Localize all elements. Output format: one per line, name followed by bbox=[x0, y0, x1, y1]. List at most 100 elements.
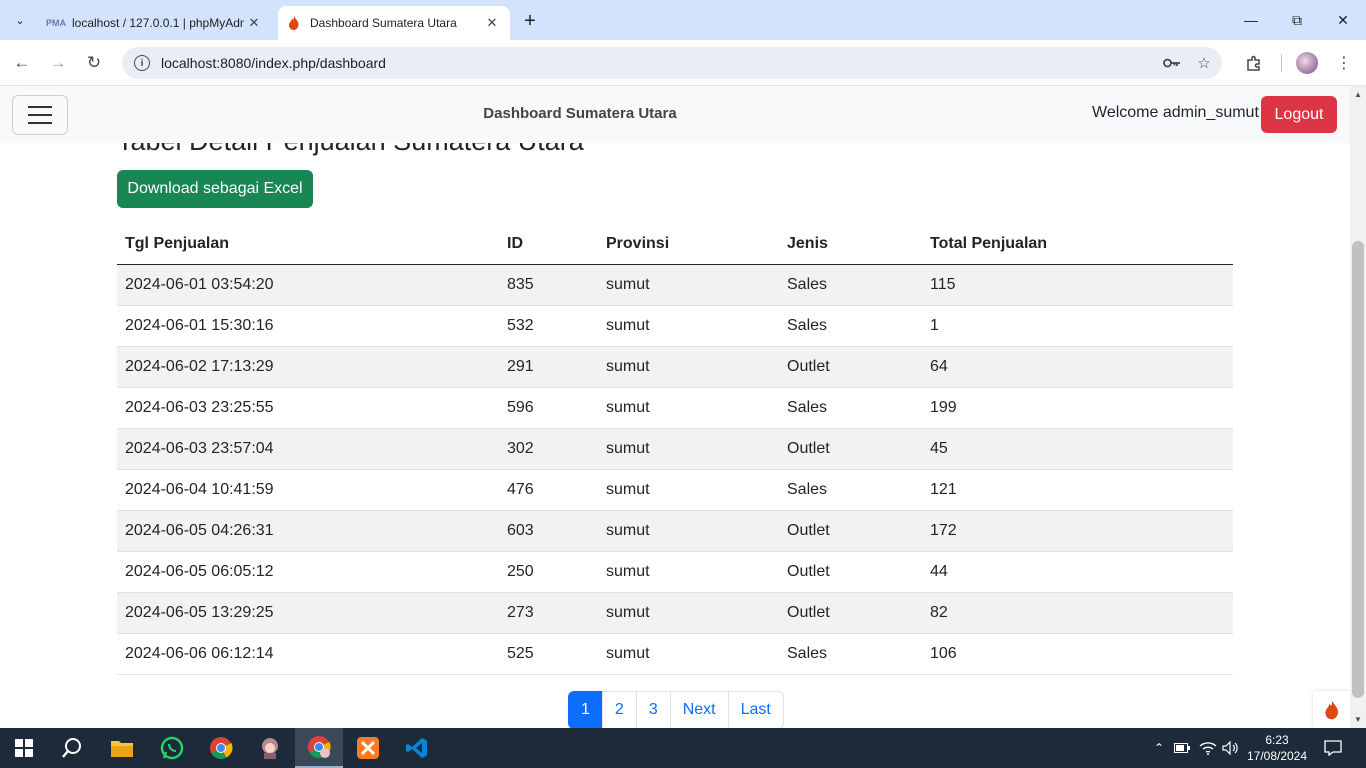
browser-tab-dashboard[interactable]: Dashboard Sumatera Utara ✕ bbox=[278, 6, 510, 40]
tab-title: Dashboard Sumatera Utara bbox=[310, 16, 457, 30]
cell-id: 476 bbox=[499, 469, 598, 511]
address-bar[interactable]: i localhost:8080/index.php/dashboard ☆ bbox=[122, 47, 1222, 79]
cell-provinsi: sumut bbox=[598, 510, 779, 552]
navbar-brand[interactable]: Dashboard Sumatera Utara bbox=[380, 105, 780, 122]
wifi-icon[interactable] bbox=[1197, 728, 1219, 768]
reload-icon[interactable]: ↻ bbox=[80, 49, 108, 77]
browser-tab-phpmyadmin[interactable]: PMA localhost / 127.0.0.1 | phpMyAdmin ✕ bbox=[40, 6, 272, 40]
whatsapp-icon[interactable] bbox=[148, 728, 196, 768]
cell-total: 64 bbox=[922, 346, 1233, 388]
page-3-link[interactable]: 3 bbox=[635, 691, 671, 728]
hamburger-menu-icon[interactable] bbox=[12, 95, 68, 135]
chrome-profile-icon[interactable] bbox=[295, 728, 343, 768]
cell-total: 121 bbox=[922, 469, 1233, 511]
cell-provinsi: sumut bbox=[598, 387, 779, 429]
xampp-icon[interactable] bbox=[344, 728, 392, 768]
next-page-link[interactable]: Next bbox=[669, 691, 729, 728]
table-row: 2024-06-01 03:54:20 835 sumut Sales 115 bbox=[117, 264, 1233, 306]
table-row: 2024-06-01 15:30:16 532 sumut Sales 1 bbox=[117, 305, 1233, 347]
close-tab-icon[interactable]: ✕ bbox=[244, 13, 264, 33]
phpmyadmin-icon: PMA bbox=[46, 18, 66, 28]
cell-total: 172 bbox=[922, 510, 1233, 552]
column-header-tgl: Tgl Penjualan bbox=[117, 224, 499, 265]
cell-provinsi: sumut bbox=[598, 633, 779, 675]
cell-id: 525 bbox=[499, 633, 598, 675]
notification-center-icon[interactable] bbox=[1320, 728, 1346, 768]
cell-tgl: 2024-06-06 06:12:14 bbox=[117, 633, 499, 675]
cell-jenis: Sales bbox=[779, 387, 922, 429]
column-header-jenis: Jenis bbox=[779, 224, 922, 265]
cell-provinsi: sumut bbox=[598, 551, 779, 593]
tray-overflow-icon[interactable]: ⌃ bbox=[1149, 728, 1169, 768]
cell-tgl: 2024-06-05 13:29:25 bbox=[117, 592, 499, 634]
cell-tgl: 2024-06-03 23:25:55 bbox=[117, 387, 499, 429]
app-navbar: Dashboard Sumatera Utara Welcome admin_s… bbox=[0, 86, 1350, 143]
vscode-icon[interactable] bbox=[393, 728, 441, 768]
browser-menu-icon[interactable]: ⋮ bbox=[1330, 49, 1358, 77]
column-header-total: Total Penjualan bbox=[922, 224, 1233, 265]
cell-provinsi: sumut bbox=[598, 428, 779, 470]
cell-tgl: 2024-06-05 06:05:12 bbox=[117, 551, 499, 593]
cell-id: 532 bbox=[499, 305, 598, 347]
codeigniter-flame-icon bbox=[286, 15, 302, 31]
cell-id: 302 bbox=[499, 428, 598, 470]
windows-start-icon[interactable] bbox=[0, 728, 48, 768]
toolbar-separator bbox=[1281, 54, 1282, 72]
logout-button[interactable]: Logout bbox=[1261, 96, 1337, 133]
volume-icon[interactable] bbox=[1220, 728, 1242, 768]
cell-total: 82 bbox=[922, 592, 1233, 634]
page-scrollbar[interactable]: ▲ ▼ bbox=[1350, 86, 1366, 728]
column-header-provinsi: Provinsi bbox=[598, 224, 779, 265]
cell-id: 835 bbox=[499, 264, 598, 306]
cell-jenis: Sales bbox=[779, 469, 922, 511]
column-header-id: ID bbox=[499, 224, 598, 265]
window-close-icon[interactable]: ✕ bbox=[1320, 6, 1366, 34]
tab-title: localhost / 127.0.0.1 | phpMyAdmin bbox=[72, 16, 244, 30]
forward-icon[interactable]: → bbox=[44, 49, 72, 77]
cell-jenis: Outlet bbox=[779, 346, 922, 388]
cell-jenis: Outlet bbox=[779, 551, 922, 593]
codeigniter-debug-toolbar-icon[interactable] bbox=[1313, 691, 1350, 728]
close-tab-icon[interactable]: ✕ bbox=[482, 13, 502, 33]
bookmark-star-icon[interactable]: ☆ bbox=[1190, 49, 1218, 77]
scroll-up-icon[interactable]: ▲ bbox=[1353, 90, 1363, 99]
minimize-icon[interactable]: — bbox=[1228, 6, 1274, 34]
search-icon[interactable] bbox=[48, 728, 96, 768]
cell-id: 273 bbox=[499, 592, 598, 634]
profile-avatar[interactable] bbox=[1293, 49, 1321, 77]
site-info-icon[interactable]: i bbox=[134, 55, 150, 71]
battery-icon[interactable] bbox=[1172, 728, 1192, 768]
last-page-link[interactable]: Last bbox=[727, 691, 784, 728]
password-key-icon[interactable] bbox=[1158, 49, 1186, 77]
pagination: 1 2 3 Next Last bbox=[568, 691, 784, 728]
anime-app-icon[interactable] bbox=[246, 728, 294, 768]
download-excel-button[interactable]: Download sebagai Excel bbox=[117, 170, 313, 208]
cell-tgl: 2024-06-01 03:54:20 bbox=[117, 264, 499, 306]
browser-toolbar: ← → ↻ i localhost:8080/index.php/dashboa… bbox=[0, 40, 1366, 86]
page-2-link[interactable]: 2 bbox=[601, 691, 637, 728]
table-header-row: Tgl Penjualan ID Provinsi Jenis Total Pe… bbox=[117, 224, 1233, 265]
scroll-down-icon[interactable]: ▼ bbox=[1353, 715, 1363, 724]
page-1-link[interactable]: 1 bbox=[568, 691, 603, 728]
scrollbar-thumb[interactable] bbox=[1352, 241, 1364, 698]
extensions-icon[interactable] bbox=[1240, 49, 1268, 77]
cell-provinsi: sumut bbox=[598, 592, 779, 634]
chrome-icon[interactable] bbox=[197, 728, 245, 768]
clock-date: 17/08/2024 bbox=[1246, 749, 1308, 763]
cell-id: 603 bbox=[499, 510, 598, 552]
browser-tab-bar: ⌄ PMA localhost / 127.0.0.1 | phpMyAdmin… bbox=[0, 0, 1366, 40]
cell-jenis: Sales bbox=[779, 633, 922, 675]
back-icon[interactable]: ← bbox=[8, 49, 36, 77]
new-tab-icon[interactable]: + bbox=[518, 9, 542, 33]
file-explorer-icon[interactable] bbox=[98, 728, 146, 768]
restore-icon[interactable]: ⧉ bbox=[1274, 6, 1320, 34]
cell-tgl: 2024-06-02 17:13:29 bbox=[117, 346, 499, 388]
cell-jenis: Sales bbox=[779, 264, 922, 306]
cell-total: 45 bbox=[922, 428, 1233, 470]
cell-id: 596 bbox=[499, 387, 598, 429]
taskbar-clock[interactable]: 6:23 17/08/2024 bbox=[1246, 732, 1308, 764]
tab-search-dropdown-icon[interactable]: ⌄ bbox=[8, 8, 32, 32]
url-text[interactable]: localhost:8080/index.php/dashboard bbox=[161, 55, 1158, 71]
windows-taskbar: ⌃ 6:23 17/08/2024 bbox=[0, 728, 1366, 768]
cell-id: 250 bbox=[499, 551, 598, 593]
